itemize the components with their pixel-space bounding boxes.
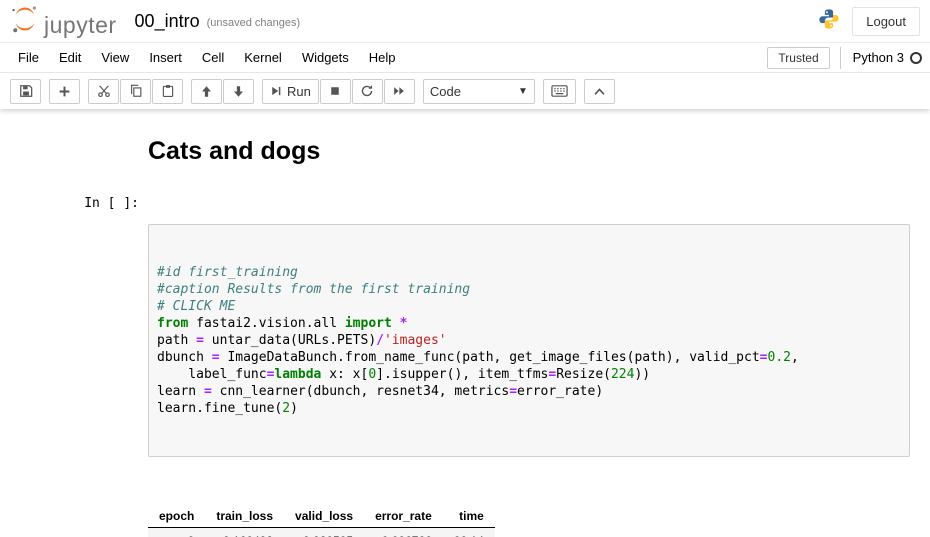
menu-bar: File Edit View Insert Cell Kernel Widget…	[0, 42, 930, 73]
keyboard-icon	[551, 84, 568, 98]
move-cells-down-button[interactable]	[223, 79, 254, 104]
output-cell: epochtrain_lossvalid_losserror_ratetime0…	[58, 495, 910, 537]
markdown-cell[interactable]: Cats and dogs	[58, 129, 910, 186]
autosave-status: (unsaved changes)	[207, 13, 301, 29]
cell-type-selected: Code	[430, 84, 461, 99]
toolbar: Run Code ▼	[0, 73, 930, 109]
kernel-name: Python 3	[853, 50, 904, 65]
run-button[interactable]: Run	[262, 79, 319, 104]
save-icon	[19, 84, 33, 98]
paste-cells-button[interactable]	[152, 79, 183, 104]
app-chrome: jupyter 00_intro (unsaved changes) Logou…	[0, 0, 930, 109]
jupyter-logo[interactable]: jupyter	[10, 4, 117, 39]
move-cells-up-button[interactable]	[191, 79, 222, 104]
restart-kernel-button[interactable]	[352, 79, 383, 104]
interrupt-kernel-button[interactable]	[320, 79, 351, 104]
insert-cell-below-button[interactable]	[49, 79, 80, 104]
run-button-label: Run	[287, 84, 311, 99]
menu-widgets[interactable]: Widgets	[292, 45, 359, 70]
kernel-indicator: Python 3	[840, 47, 922, 69]
menu-file[interactable]: File	[8, 45, 49, 70]
fast-forward-icon	[392, 85, 406, 97]
copy-cells-button[interactable]	[120, 79, 151, 104]
cell-type-dropdown[interactable]: Code ▼	[423, 79, 535, 104]
jupyter-logo-icon	[10, 4, 40, 39]
step-forward-icon	[270, 85, 282, 97]
input-prompt: In [ ]:	[58, 190, 148, 491]
notebook-title[interactable]: 00_intro	[135, 11, 200, 32]
code-content: #id first_training#caption Results from …	[157, 264, 901, 417]
training-results-table-1: epochtrain_lossvalid_losserror_ratetime0…	[148, 505, 910, 537]
refresh-icon	[360, 84, 374, 98]
chevron-up-icon	[593, 86, 606, 97]
stop-icon	[329, 85, 341, 97]
command-palette-button[interactable]	[543, 79, 576, 104]
move-up-icon	[200, 85, 213, 98]
notebook-header: jupyter 00_intro (unsaved changes) Logou…	[0, 0, 930, 42]
trusted-badge: Trusted	[767, 47, 829, 69]
markdown-heading: Cats and dogs	[148, 137, 910, 166]
dropdown-caret-icon: ▼	[518, 86, 528, 97]
restart-run-all-button[interactable]	[384, 79, 415, 104]
menu-kernel[interactable]: Kernel	[234, 45, 292, 70]
cut-cells-button[interactable]	[88, 79, 119, 104]
code-cell[interactable]: In [ ]: #id first_training#caption Resul…	[58, 190, 910, 491]
jupyter-logo-text: jupyter	[44, 14, 117, 39]
code-editor[interactable]: #id first_training#caption Results from …	[148, 224, 910, 457]
menu-cell[interactable]: Cell	[192, 45, 234, 70]
paste-icon	[161, 84, 175, 98]
save-notebook-button[interactable]	[10, 79, 41, 104]
move-down-icon	[232, 85, 245, 98]
collapse-header-button[interactable]	[584, 79, 615, 104]
add-cell-icon	[58, 85, 71, 98]
kernel-idle-icon	[910, 52, 922, 64]
menu-help[interactable]: Help	[359, 45, 406, 70]
menu-view[interactable]: View	[91, 45, 139, 70]
menu-edit[interactable]: Edit	[49, 45, 91, 70]
copy-icon	[129, 84, 143, 98]
python-logo	[818, 8, 840, 35]
cut-icon	[97, 84, 111, 98]
logout-button[interactable]: Logout	[852, 7, 920, 36]
output-prompt	[58, 495, 148, 537]
markdown-prompt	[58, 129, 148, 186]
notebook-area: Cats and dogs In [ ]: #id first_training…	[0, 109, 930, 537]
menu-insert[interactable]: Insert	[139, 45, 192, 70]
